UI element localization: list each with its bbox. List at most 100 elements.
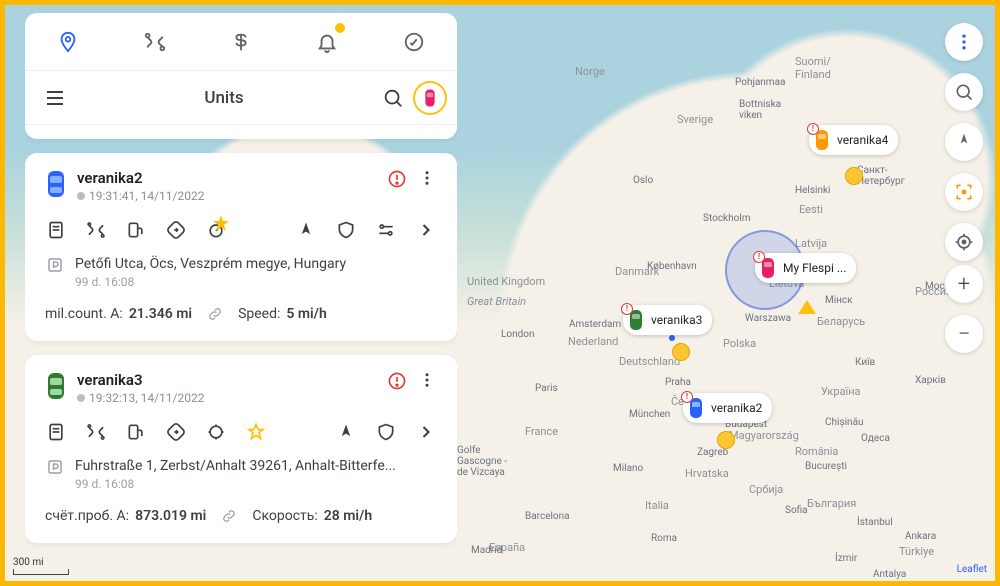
city-label: København [647, 261, 697, 272]
city-label: Paris [535, 383, 558, 394]
country-label: Norge [575, 65, 605, 78]
top-tabs [25, 13, 457, 71]
unit-card[interactable]: veranika3 19:32:13, 14/11/2022 [25, 355, 457, 543]
report-icon[interactable] [45, 421, 67, 443]
country-label: Italia [645, 499, 669, 512]
card-more-button[interactable] [417, 169, 437, 187]
profile-avatar-button[interactable] [413, 81, 447, 115]
zoom-out-button[interactable]: − [945, 315, 983, 353]
report-icon[interactable] [45, 219, 67, 241]
zoom-in-button[interactable]: + [945, 265, 983, 303]
country-label: Eesti [799, 203, 823, 216]
country-label: Türkiye [899, 545, 934, 558]
pin-car-icon [627, 309, 645, 331]
city-label: Golfe Gascogne - de Vizcaya [457, 445, 507, 478]
city-label: İzmir [835, 553, 857, 564]
country-label: Україна [821, 385, 861, 398]
country-label: Беларусь [817, 315, 865, 328]
map-unit-pin[interactable]: veranika2 [683, 393, 772, 423]
country-label: България [807, 497, 856, 510]
country-label: United Kingdom [467, 275, 545, 288]
unit-name: veranika2 [77, 169, 377, 187]
link-icon [206, 305, 224, 323]
city-label: Харків [915, 375, 946, 386]
city-label: Одеса [861, 433, 890, 444]
pin-alert-badge [753, 251, 765, 263]
map-search-button[interactable] [945, 73, 983, 111]
target-icon[interactable] [205, 421, 227, 443]
country-label: România [795, 445, 838, 458]
country-label: Magyarország [729, 429, 799, 442]
city-label: Helsinki [795, 185, 830, 196]
unit-stats: mil.count. A: 21.346 mi Speed: 5 mi/h [45, 305, 437, 323]
geofence-marker [798, 300, 816, 314]
unit-address-ago: 99 d. 16:08 [75, 477, 396, 493]
notification-badge [335, 23, 345, 33]
pin-alert-badge [807, 123, 819, 135]
yellow-marker [717, 431, 735, 449]
nav-icon[interactable] [165, 219, 187, 241]
unit-card[interactable]: veranika2 19:31:41, 14/11/2022 [25, 153, 457, 341]
map-menu-button[interactable] [945, 23, 983, 61]
city-label: București [805, 461, 847, 472]
settings-icon[interactable] [375, 219, 397, 241]
country-label: Suomi/ Finland [795, 55, 831, 81]
country-label: Latvija [795, 237, 827, 250]
city-label: Madrid [471, 545, 502, 556]
shield-icon[interactable] [375, 421, 397, 443]
route-icon[interactable] [85, 219, 107, 241]
menu-button[interactable] [35, 86, 75, 110]
link-icon [220, 507, 238, 525]
map-fullscreen-button[interactable] [945, 173, 983, 211]
tab-route[interactable] [133, 13, 177, 70]
city-label: Stockholm [703, 213, 751, 224]
unit-timestamp: 19:31:41, 14/11/2022 [77, 189, 377, 203]
fuel-icon[interactable] [125, 421, 147, 443]
fuel-icon[interactable] [125, 219, 147, 241]
city-label: Oslo [633, 175, 653, 186]
map-unit-pin[interactable]: veranika4 [809, 125, 898, 155]
expand-chevron-icon[interactable] [415, 421, 437, 443]
card-more-button[interactable] [417, 371, 437, 389]
city-label: Barcelona [525, 511, 570, 522]
city-label: Pohjanmaa [735, 77, 785, 88]
tab-location[interactable] [46, 13, 90, 70]
arrow-icon[interactable] [295, 219, 317, 241]
route-icon[interactable] [85, 421, 107, 443]
city-label: Amsterdam [569, 319, 621, 330]
city-label: Warszawa [745, 313, 791, 324]
city-label: İstanbul [857, 517, 893, 528]
unit-stats: счёт.проб. A: 873.019 mi Скорость: 28 mi… [45, 507, 437, 525]
city-label: Praha [665, 377, 691, 388]
alert-icon [387, 169, 407, 189]
city-label: Roma [651, 533, 677, 544]
tab-notifications[interactable] [305, 13, 349, 70]
parking-icon [45, 255, 65, 275]
nav-icon[interactable] [165, 421, 187, 443]
prev-card-edge [25, 125, 457, 139]
city-label: Milano [613, 463, 643, 474]
map-locate-button[interactable] [945, 223, 983, 261]
tab-billing[interactable] [219, 13, 263, 70]
map-unit-pin[interactable]: My Flespi ... [755, 253, 856, 283]
pin-label: veranika4 [837, 133, 888, 147]
pin-alert-badge [681, 391, 693, 403]
map-north-button[interactable] [945, 123, 983, 161]
arrow-icon[interactable] [335, 421, 357, 443]
search-button[interactable] [373, 87, 413, 109]
tab-status[interactable] [392, 13, 436, 70]
city-label: Ankara [905, 531, 936, 542]
city-label: London [501, 329, 534, 340]
timer-icon[interactable] [205, 219, 227, 241]
map-unit-pin[interactable]: veranika3 [623, 305, 712, 335]
pin-label: veranika2 [711, 401, 762, 415]
unit-address: Fuhrstraße 1, Zerbst/Anhalt 39261, Anhal… [75, 457, 396, 475]
shield-icon[interactable] [335, 219, 357, 241]
pin-label: veranika3 [651, 313, 702, 327]
city-label: München [629, 409, 670, 420]
unit-car-icon [45, 169, 67, 199]
unit-timestamp: 19:32:13, 14/11/2022 [77, 391, 377, 405]
expand-chevron-icon[interactable] [415, 219, 437, 241]
star-icon[interactable] [245, 421, 267, 443]
map-attribution: Leaflet [957, 564, 987, 575]
